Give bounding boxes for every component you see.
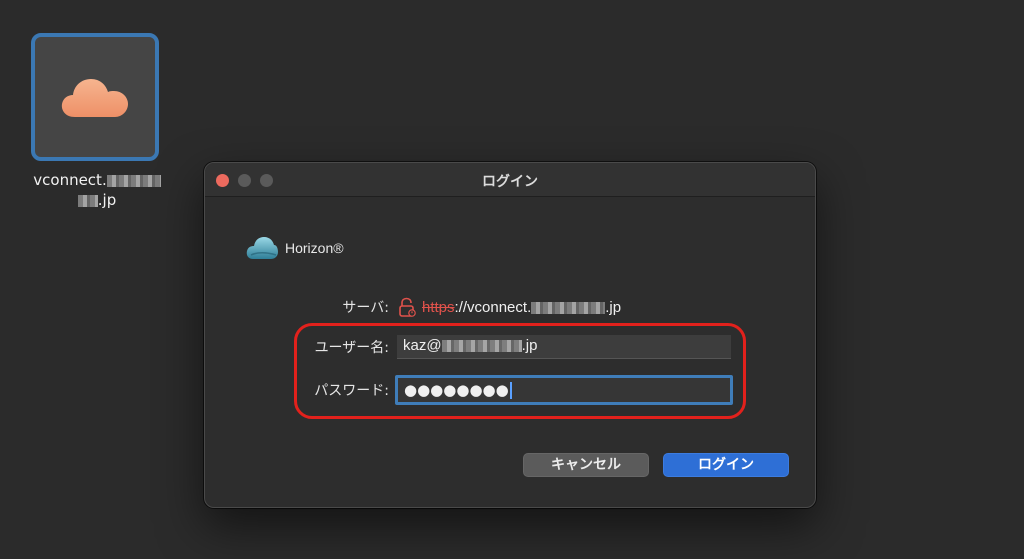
dialog-title: ログイン xyxy=(482,174,538,190)
username-value-suffix: .jp xyxy=(521,337,538,354)
caption-prefix: vconnect. xyxy=(33,171,107,189)
url-scheme: https xyxy=(422,298,455,316)
password-label: パスワード: xyxy=(314,383,389,399)
redacted-text xyxy=(441,340,522,353)
horizon-brand: Horizon® xyxy=(245,235,344,261)
cancel-button[interactable]: キャンセル xyxy=(523,453,649,477)
password-row: パスワード: ●●●●●●●● xyxy=(293,375,733,405)
server-url: https://vconnect. .jp xyxy=(422,299,621,316)
server-tile[interactable] xyxy=(31,33,159,161)
horizon-logo-icon xyxy=(246,237,278,259)
login-button[interactable]: ログイン xyxy=(663,453,789,477)
unlocked-padlock-icon xyxy=(399,297,416,317)
redacted-text xyxy=(77,194,98,207)
redacted-text xyxy=(531,301,606,314)
server-row: サーバ: https://vconnect. .jp xyxy=(293,297,621,317)
password-masked-value: ●●●●●●●● xyxy=(404,381,509,399)
server-tile-caption: vconnect. .jp xyxy=(22,170,172,210)
url-host-suffix: .jp xyxy=(605,298,622,316)
cloud-icon xyxy=(61,79,129,117)
server-label: サーバ: xyxy=(342,300,389,316)
title-bar: ログイン xyxy=(205,163,815,197)
caption-suffix: .jp xyxy=(97,191,117,209)
username-value-prefix: kaz@ xyxy=(403,337,442,354)
username-row: ユーザー名: kaz@ .jp xyxy=(293,335,731,359)
username-label: ユーザー名: xyxy=(314,340,389,356)
brand-name: Horizon® xyxy=(285,240,344,256)
url-host-prefix: ://vconnect. xyxy=(454,298,532,316)
redacted-text xyxy=(106,174,161,187)
login-dialog: ログイン Horizon® サーバ: https://vconnect. .jp … xyxy=(204,162,816,508)
password-field[interactable]: ●●●●●●●● xyxy=(395,375,733,405)
text-caret xyxy=(509,381,512,399)
username-field[interactable]: kaz@ .jp xyxy=(397,335,731,359)
